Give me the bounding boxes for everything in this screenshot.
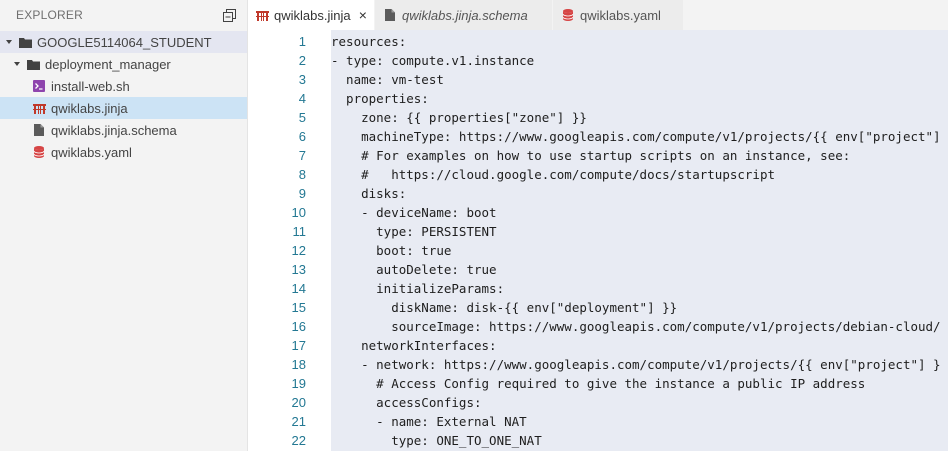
code-line: boot: true: [331, 243, 452, 258]
code-line: networkInterfaces:: [331, 338, 497, 353]
tab-qwiklabs-yaml[interactable]: qwiklabs.yaml: [553, 0, 684, 30]
tree-item-qwiklabs-jinja[interactable]: qwiklabs.jinja: [0, 97, 247, 119]
tree-item-qwiklabs-jinja-schema[interactable]: qwiklabs.jinja.schema: [0, 119, 247, 141]
line-number: 22: [291, 433, 306, 448]
database-icon: [32, 145, 46, 159]
collapse-all-icon[interactable]: [221, 7, 237, 23]
code-line: resources:: [331, 34, 407, 49]
code-line: name: vm-test: [331, 72, 444, 87]
shell-script-icon: [32, 79, 46, 93]
code-line: machineType: https://www.googleapis.com/…: [331, 129, 941, 144]
code-editor[interactable]: resources: - type: compute.v1.instance na…: [331, 30, 948, 451]
line-number: 19: [291, 376, 306, 391]
tree-item-install-web-sh[interactable]: install-web.sh: [0, 75, 247, 97]
code-line: type: PERSISTENT: [331, 224, 497, 239]
tab-label: qwiklabs.jinja.schema: [402, 7, 528, 23]
line-number: 7: [298, 148, 306, 163]
editor-pane: qwiklabs.jinja × qwiklabs.jinja.schema q…: [248, 0, 948, 451]
close-icon[interactable]: ×: [358, 7, 368, 23]
line-number: 5: [298, 110, 306, 125]
code-line: sourceImage: https://www.googleapis.com/…: [331, 319, 941, 334]
tab-label: qwiklabs.yaml: [580, 7, 661, 23]
editor-tab-bar: qwiklabs.jinja × qwiklabs.jinja.schema q…: [248, 0, 948, 30]
line-number: 20: [291, 395, 306, 410]
code-line: properties:: [331, 91, 429, 106]
line-number: 15: [291, 300, 306, 315]
code-line: # Access Config required to give the ins…: [331, 376, 866, 391]
code-line: disks:: [331, 186, 407, 201]
caret-down-icon: [4, 37, 14, 47]
line-number: 12: [291, 243, 306, 258]
jinja-icon: [32, 101, 46, 115]
code-line: - name: External NAT: [331, 414, 527, 429]
code-line: diskName: disk-{{ env["deployment"] }}: [331, 300, 678, 315]
tree-item-label: install-web.sh: [51, 78, 130, 94]
file-icon: [32, 123, 46, 137]
code-line: type: ONE_TO_ONE_NAT: [331, 433, 542, 448]
explorer-header: EXPLORER: [0, 0, 247, 30]
tree-item-qwiklabs-yaml[interactable]: qwiklabs.yaml: [0, 141, 247, 163]
line-number: 10: [291, 205, 306, 220]
tab-label: qwiklabs.jinja: [274, 7, 351, 23]
tab-qwiklabs-jinja-schema[interactable]: qwiklabs.jinja.schema: [375, 0, 553, 30]
line-number: 17: [291, 338, 306, 353]
code-line: accessConfigs:: [331, 395, 482, 410]
tree-item-label: qwiklabs.yaml: [51, 144, 132, 160]
line-number: 2: [298, 53, 306, 68]
explorer-sidebar: EXPLORER GOOGLE5114064_STUDENT deploymen…: [0, 0, 248, 451]
code-line: # https://cloud.google.com/compute/docs/…: [331, 167, 776, 182]
tree-item-deployment-manager[interactable]: deployment_manager: [0, 53, 247, 75]
line-number: 21: [291, 414, 306, 429]
tab-qwiklabs-jinja[interactable]: qwiklabs.jinja ×: [248, 0, 375, 30]
tree-item-label: qwiklabs.jinja.schema: [51, 122, 177, 138]
line-number: 8: [298, 167, 306, 182]
line-number: 9: [298, 186, 306, 201]
line-number: 6: [298, 129, 306, 144]
tree-item-label: GOOGLE5114064_STUDENT: [37, 34, 212, 50]
database-icon: [561, 8, 575, 22]
line-number: 1: [298, 34, 306, 49]
line-number-gutter: 1 2 3 4 5 6 7 8 9 10 11 12 13 14 15 16 17 18 19 20 21 22: [248, 30, 310, 451]
line-number: 3: [298, 72, 306, 87]
line-number: 14: [291, 281, 306, 296]
folder-icon: [18, 35, 32, 49]
folder-icon: [26, 57, 40, 71]
tree-root-folder[interactable]: GOOGLE5114064_STUDENT: [0, 31, 247, 53]
code-line: autoDelete: true: [331, 262, 497, 277]
line-number: 16: [291, 319, 306, 334]
code-line: zone: {{ properties["zone"] }}: [331, 110, 587, 125]
line-number: 18: [291, 357, 306, 372]
file-icon: [383, 8, 397, 22]
code-line: initializeParams:: [331, 281, 505, 296]
line-number: 4: [298, 91, 306, 106]
tree-item-label: qwiklabs.jinja: [51, 100, 128, 116]
line-number: 13: [291, 262, 306, 277]
code-line: - type: compute.v1.instance: [331, 53, 535, 68]
code-line: - network: https://www.googleapis.com/co…: [331, 357, 941, 372]
line-number: 11: [292, 224, 307, 239]
jinja-icon: [256, 8, 269, 22]
explorer-title: EXPLORER: [16, 8, 83, 22]
code-line: - deviceName: boot: [331, 205, 497, 220]
caret-down-icon: [12, 59, 22, 69]
code-line: # For examples on how to use startup scr…: [331, 148, 851, 163]
tree-item-label: deployment_manager: [45, 56, 171, 72]
